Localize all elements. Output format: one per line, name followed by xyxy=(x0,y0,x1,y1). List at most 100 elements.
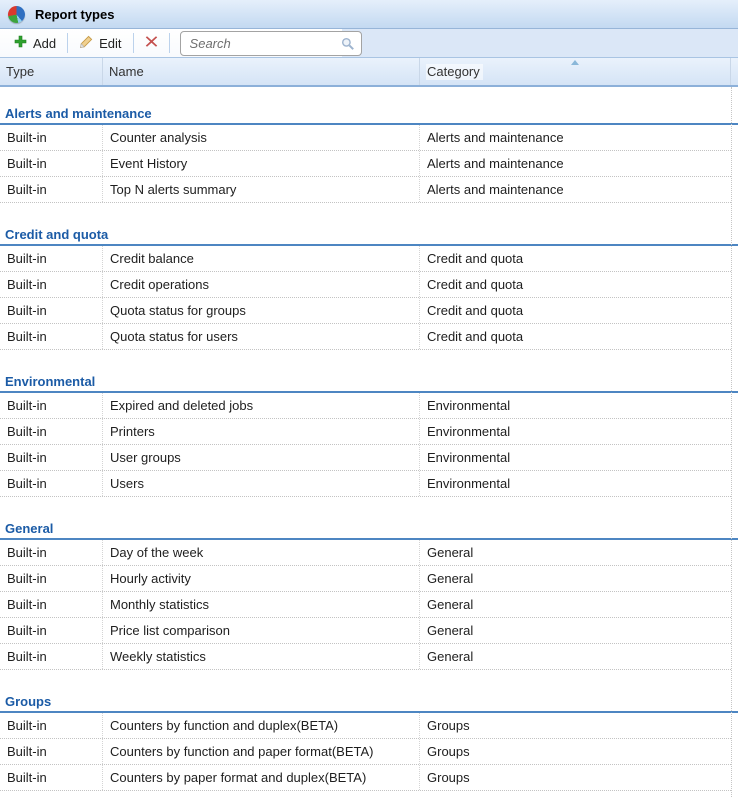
pie-chart-icon xyxy=(8,6,25,23)
cell-name: Printers xyxy=(103,419,420,444)
cell-category: Credit and quota xyxy=(420,324,731,349)
table-row[interactable]: Built-inCounter analysisAlerts and maint… xyxy=(0,125,731,151)
group-section: GroupsBuilt-inCounters by function and d… xyxy=(0,692,738,791)
cell-name: Top N alerts summary xyxy=(103,177,420,202)
cell-type: Built-in xyxy=(0,618,103,643)
cell-category: Groups xyxy=(420,765,731,790)
table-row[interactable]: Built-inQuota status for groupsCredit an… xyxy=(0,298,731,324)
group-section: Credit and quotaBuilt-inCredit balanceCr… xyxy=(0,225,738,350)
cell-name: Counters by function and duplex(BETA) xyxy=(103,713,420,738)
add-button[interactable]: Add xyxy=(6,31,64,55)
table-row[interactable]: Built-inEvent HistoryAlerts and maintena… xyxy=(0,151,731,177)
cell-name: Counters by function and paper format(BE… xyxy=(103,739,420,764)
cell-name: Counter analysis xyxy=(103,125,420,150)
group-header: Credit and quota xyxy=(0,225,738,246)
cell-category: General xyxy=(420,540,731,565)
column-header-type-label: Type xyxy=(6,64,34,79)
table-row[interactable]: Built-inQuota status for usersCredit and… xyxy=(0,324,731,350)
cell-type: Built-in xyxy=(0,419,103,444)
table-row[interactable]: Built-inCredit balanceCredit and quota xyxy=(0,246,731,272)
table-row[interactable]: Built-inPrice list comparisonGeneral xyxy=(0,618,731,644)
cell-type: Built-in xyxy=(0,739,103,764)
cell-name: Price list comparison xyxy=(103,618,420,643)
cell-category: General xyxy=(420,566,731,591)
edit-button-label: Edit xyxy=(99,36,121,51)
cell-category: Groups xyxy=(420,713,731,738)
table-row[interactable]: Built-inCounters by function and duplex(… xyxy=(0,713,731,739)
cell-category: Environmental xyxy=(420,419,731,444)
table-row[interactable]: Built-inDay of the weekGeneral xyxy=(0,540,731,566)
table-row[interactable]: Built-inCounters by paper format and dup… xyxy=(0,765,731,791)
cell-category: Credit and quota xyxy=(420,298,731,323)
search-box xyxy=(180,31,362,56)
table-row[interactable]: Built-inTop N alerts summaryAlerts and m… xyxy=(0,177,731,203)
table-row[interactable]: Built-inUsersEnvironmental xyxy=(0,471,731,497)
column-header-category-label: Category xyxy=(426,64,483,80)
cell-category: Environmental xyxy=(420,445,731,470)
cell-type: Built-in xyxy=(0,125,103,150)
cell-type: Built-in xyxy=(0,272,103,297)
add-button-label: Add xyxy=(33,36,56,51)
table-row[interactable]: Built-inPrintersEnvironmental xyxy=(0,419,731,445)
cell-type: Built-in xyxy=(0,765,103,790)
delete-button[interactable] xyxy=(137,31,166,55)
titlebar: Report types xyxy=(0,0,738,29)
cell-type: Built-in xyxy=(0,246,103,271)
table-row[interactable]: Built-inWeekly statisticsGeneral xyxy=(0,644,731,670)
group-header: General xyxy=(0,519,738,540)
cell-type: Built-in xyxy=(0,471,103,496)
group-section: GeneralBuilt-inDay of the weekGeneralBui… xyxy=(0,519,738,670)
toolbar-separator xyxy=(133,33,134,53)
table-row[interactable]: Built-inHourly activityGeneral xyxy=(0,566,731,592)
table-row[interactable]: Built-inExpired and deleted jobsEnvironm… xyxy=(0,393,731,419)
cell-category: General xyxy=(420,618,731,643)
toolbar: Add Edit xyxy=(0,29,738,58)
table-row[interactable]: Built-inUser groupsEnvironmental xyxy=(0,445,731,471)
search-input[interactable] xyxy=(180,31,362,56)
cell-category: Alerts and maintenance xyxy=(420,125,731,150)
table-header: Type Name Category xyxy=(0,58,738,87)
cell-category: Credit and quota xyxy=(420,272,731,297)
cell-category: Alerts and maintenance xyxy=(420,151,731,176)
add-icon xyxy=(14,35,27,51)
column-header-name[interactable]: Name xyxy=(103,58,420,85)
cell-name: Hourly activity xyxy=(103,566,420,591)
cell-name: Monthly statistics xyxy=(103,592,420,617)
cell-type: Built-in xyxy=(0,644,103,669)
group-header: Alerts and maintenance xyxy=(0,104,738,125)
group-header: Environmental xyxy=(0,372,738,393)
cell-category: Environmental xyxy=(420,393,731,418)
column-header-category[interactable]: Category xyxy=(420,58,731,85)
column-header-filler xyxy=(731,58,738,85)
cell-name: User groups xyxy=(103,445,420,470)
cell-type: Built-in xyxy=(0,324,103,349)
cell-category: Credit and quota xyxy=(420,246,731,271)
cell-category: Alerts and maintenance xyxy=(420,177,731,202)
cell-type: Built-in xyxy=(0,540,103,565)
group-header: Groups xyxy=(0,692,738,713)
cell-name: Expired and deleted jobs xyxy=(103,393,420,418)
search-icon[interactable] xyxy=(341,37,355,51)
table-row[interactable]: Built-inMonthly statisticsGeneral xyxy=(0,592,731,618)
cell-type: Built-in xyxy=(0,566,103,591)
toolbar-separator xyxy=(169,33,170,53)
cell-type: Built-in xyxy=(0,393,103,418)
cell-category: Environmental xyxy=(420,471,731,496)
toolbar-separator xyxy=(67,33,68,53)
table-row[interactable]: Built-inCredit operationsCredit and quot… xyxy=(0,272,731,298)
group-section: EnvironmentalBuilt-inExpired and deleted… xyxy=(0,372,738,497)
cell-name: Counters by paper format and duplex(BETA… xyxy=(103,765,420,790)
cell-name: Users xyxy=(103,471,420,496)
report-types-window: Report types Add Edit xyxy=(0,0,738,797)
column-header-type[interactable]: Type xyxy=(0,58,103,85)
delete-x-icon xyxy=(145,35,158,51)
cell-type: Built-in xyxy=(0,177,103,202)
sort-asc-icon xyxy=(571,60,579,65)
cell-name: Quota status for users xyxy=(103,324,420,349)
cell-type: Built-in xyxy=(0,298,103,323)
cell-type: Built-in xyxy=(0,151,103,176)
edit-button[interactable]: Edit xyxy=(71,31,129,55)
cell-category: General xyxy=(420,592,731,617)
edit-pencil-icon xyxy=(79,35,93,52)
table-row[interactable]: Built-inCounters by function and paper f… xyxy=(0,739,731,765)
